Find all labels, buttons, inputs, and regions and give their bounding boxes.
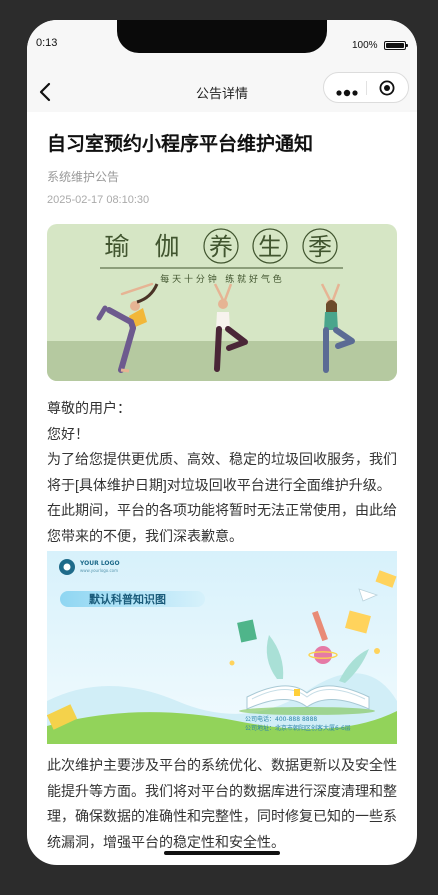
article-title: 自习室预约小程序平台维护通知 — [47, 134, 314, 155]
home-indicator[interactable] — [164, 851, 280, 855]
banner1-char-3: 养 — [209, 233, 233, 261]
phone-screen: 0:13 100% 公告详情 自习室预约小程序平台维护通知 系统维护公告 202… — [27, 20, 417, 865]
status-time: 0:13 — [36, 37, 58, 49]
mini-program-capsule — [323, 72, 409, 103]
banner2-logo-sub: www.yourlogo.com — [80, 568, 118, 573]
banner1-char-2: 伽 — [154, 232, 179, 261]
navigation-bar: 公告详情 — [27, 72, 417, 112]
capsule-divider — [366, 81, 367, 95]
article-date: 2025-02-17 08:10:30 — [47, 194, 150, 206]
science-knowledge-banner-image: YOUR LOGO www.yourlogo.com 默认科普知识图 公司电话：… — [46, 551, 397, 744]
banner2-address-line: 公司地址：北京市朝阳区创客大厦6-6层 — [245, 724, 351, 732]
notice-paragraph-1: 尊敬的用户： 您好！ 为了给您提供更优质、高效、稳定的垃圾回收服务，我们将于[具… — [47, 396, 397, 549]
greeting-line: 尊敬的用户： — [47, 400, 131, 416]
banner2-logo-title: YOUR LOGO — [79, 560, 120, 567]
banner1-subtitle: 每 天 十 分 钟 练 就 好 气 色 — [160, 273, 281, 285]
banner1-char-5: 季 — [308, 233, 332, 261]
notice-paragraph-2: 此次维护主要涉及平台的系统优化、数据更新以及安全性能提升等方面。我们将对平台的数… — [47, 757, 397, 850]
banner2-phone-line: 公司电话：400-888 8888 — [245, 715, 317, 723]
banner2-heading: 默认科普知识图 — [89, 592, 166, 606]
battery-icon — [384, 41, 408, 50]
battery-percent: 100% — [352, 40, 378, 51]
status-bar: 0:13 100% — [27, 20, 417, 72]
article-category: 系统维护公告 — [47, 170, 120, 184]
yoga-banner-image: 瑜 伽 养 生 季 每 天 十 分 钟 练 就 好 气 色 — [47, 224, 397, 381]
article-content: 自习室预约小程序平台维护通知 系统维护公告 2025-02-17 08:10:3… — [46, 112, 397, 855]
banner1-char-4: 生 — [258, 233, 282, 261]
banner1-char-1: 瑜 — [104, 232, 129, 261]
notice-body-1: 为了给您提供更优质、高效、稳定的垃圾回收服务，我们将于[具体维护日期]对垃圾回收… — [47, 451, 397, 544]
more-dots-icon[interactable] — [336, 83, 360, 97]
close-target-icon[interactable] — [379, 80, 395, 96]
camera-notch — [117, 20, 327, 53]
hello-line: 您好！ — [47, 425, 89, 442]
